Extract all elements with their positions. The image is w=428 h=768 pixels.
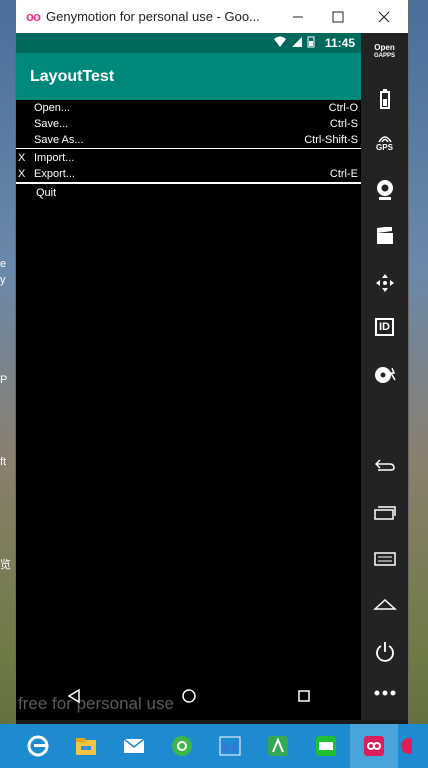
menu-item-label: Quit [36,187,57,199]
menu-item-label: Export... [34,168,75,180]
desktop-label: P [0,374,8,386]
menu-item-check: X [18,152,26,164]
genymotion-sidebar: Open GAPPS GPS ID [361,33,408,720]
menu-item-shortcut: Ctrl-S [329,118,358,130]
android-nav-bar [16,672,361,720]
more-icon[interactable] [361,689,408,697]
windows-taskbar [0,724,428,768]
menu-separator [16,148,361,149]
battery-icon [307,36,315,48]
menu-item-save[interactable]: Save... Ctrl-S [16,116,361,132]
window-title: Genymotion for personal use - Goo... [46,9,260,24]
signal-icon [292,37,302,47]
menu-panel: Open... Ctrl-O Save... Ctrl-S Save As...… [16,100,361,201]
home-key-icon[interactable] [361,597,408,611]
opengapps-icon[interactable]: Open GAPPS [361,43,408,61]
taskbar-edge [0,724,14,768]
mail-icon[interactable] [110,724,158,768]
recents-icon[interactable] [297,689,311,703]
menu-item-shortcut: Ctrl-O [328,102,358,114]
genymotion-taskbar-icon[interactable] [350,724,398,768]
back-icon[interactable] [66,688,82,704]
status-clock: 11:45 [324,36,355,50]
app-bar: LayoutTest [16,53,361,100]
maximize-icon [332,11,344,22]
opengapps-label: Open [374,43,395,52]
iqiyi-icon[interactable] [302,724,350,768]
recent-apps-key-icon[interactable] [361,505,408,521]
menu-separator [16,182,361,184]
menu-item-export[interactable]: X Export... Ctrl-E [16,166,361,182]
media-icon[interactable] [361,227,408,245]
menu-item-label: Save As... [34,134,84,146]
menu-key-icon[interactable] [361,551,408,567]
close-button[interactable] [362,0,406,33]
menu-item-save-as[interactable]: Save As... Ctrl-Shift-S [16,132,361,148]
genymotion-window: oo Genymotion for personal use - Goo... … [16,0,408,724]
title-bar[interactable]: oo Genymotion for personal use - Goo... [16,0,408,34]
menu-item-shortcut: Ctrl-E [329,168,358,180]
desktop-label: e [0,258,7,270]
id-label: ID [375,318,394,336]
bird-app-icon[interactable] [206,724,254,768]
taskbar-overflow-icon[interactable] [398,724,412,768]
minimize-icon [293,16,303,17]
desktop-label: ft [0,456,7,468]
edge-browser-icon[interactable] [14,724,62,768]
power-icon[interactable] [361,641,408,663]
wifi-icon [274,36,286,47]
android-screen: 11:45 LayoutTest Open... Ctrl-O Save... … [16,33,361,720]
desktop-label: 览 [0,559,11,571]
menu-item-label: Save... [34,118,69,130]
desktop-label: y [0,274,6,286]
home-icon[interactable] [181,688,197,704]
opengapps-label: GAPPS [373,53,395,59]
app-title: LayoutTest [30,68,115,85]
disk-icon[interactable] [361,365,408,385]
menu-item-label: Import... [34,152,75,164]
gps-label: GPS [376,143,393,152]
id-icon[interactable]: ID [361,318,408,336]
battery-icon[interactable] [361,89,408,109]
webcam-icon[interactable] [361,179,408,201]
file-explorer-icon[interactable] [62,724,110,768]
status-bar: 11:45 [16,33,361,53]
minimize-button[interactable] [276,0,320,33]
menu-item-import[interactable]: X Import... [16,150,361,166]
menu-item-label: Open... [34,102,71,114]
move-icon[interactable] [361,273,408,293]
browser-icon[interactable] [158,724,206,768]
menu-item-shortcut: Ctrl-Shift-S [304,134,358,146]
menu-item-quit[interactable]: Quit [16,185,361,201]
menu-item-open[interactable]: Open... Ctrl-O [16,100,361,116]
close-icon [378,11,390,22]
menu-item-check: X [18,168,26,180]
gps-icon[interactable]: GPS [361,135,408,152]
back-key-icon[interactable] [361,458,408,472]
genymotion-logo-icon: oo [26,9,41,24]
maximize-button[interactable] [316,0,360,33]
android-studio-icon[interactable] [254,724,302,768]
